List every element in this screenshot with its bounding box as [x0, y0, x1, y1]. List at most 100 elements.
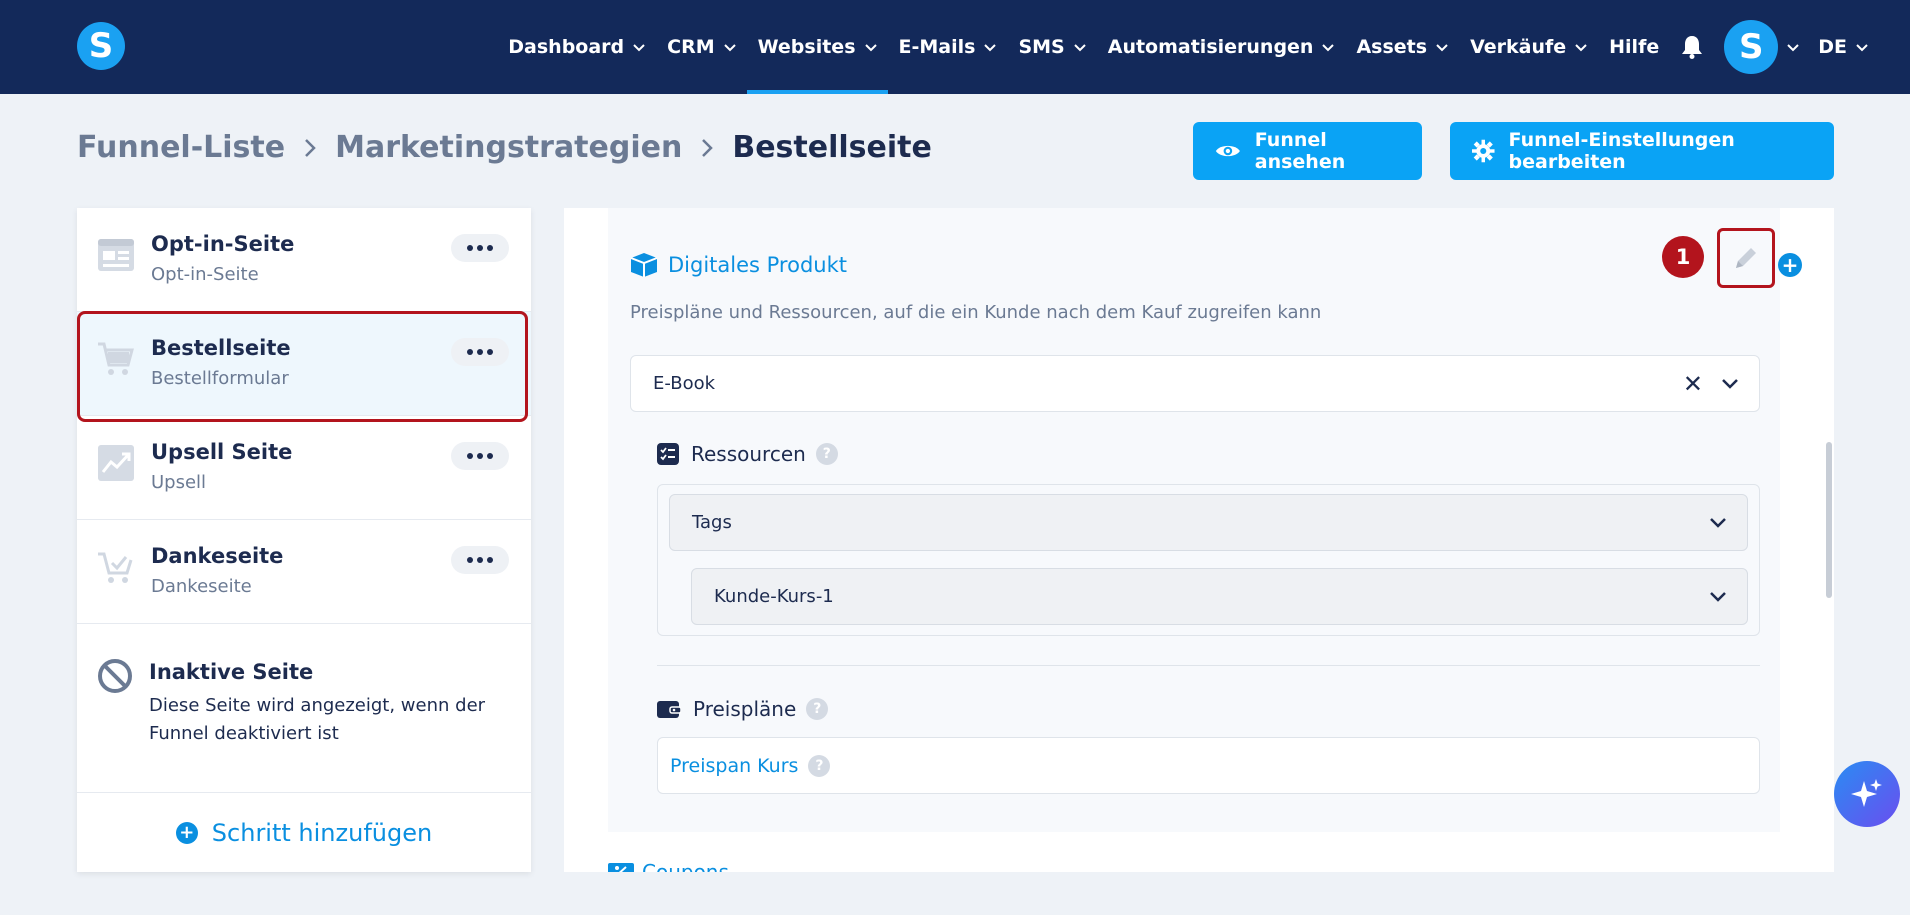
- add-product-button[interactable]: +: [1778, 253, 1802, 277]
- nav-sms[interactable]: SMS: [1007, 0, 1096, 94]
- step-item-optin[interactable]: Opt-in-Seite Opt-in-Seite: [77, 208, 531, 312]
- resources-section-label: Ressourcen ?: [657, 442, 838, 466]
- edit-product-button[interactable]: [1717, 228, 1775, 288]
- step-marker-badge: 1: [1662, 236, 1704, 278]
- plans-section-label: Preispläne ?: [657, 697, 829, 721]
- clear-icon[interactable]: ✕: [1683, 370, 1703, 398]
- resources-label: Ressourcen: [691, 442, 806, 466]
- step-more-button[interactable]: [451, 234, 509, 262]
- eye-icon: [1215, 145, 1240, 157]
- step-title: Dankeseite: [151, 544, 284, 568]
- chevron-down-icon: [633, 44, 645, 52]
- ai-assistant-button[interactable]: [1834, 761, 1900, 827]
- chevron-down-icon: [1074, 44, 1086, 52]
- notifications-bell-icon[interactable]: [1670, 0, 1714, 94]
- step-item-thankyou[interactable]: Dankeseite Dankeseite: [77, 520, 531, 624]
- section-divider: [657, 665, 1760, 666]
- nav-assets-label: Assets: [1356, 36, 1428, 58]
- resource-type-select[interactable]: Tags: [669, 494, 1748, 551]
- add-step-button[interactable]: + Schritt hinzufügen: [77, 792, 531, 872]
- price-plan-item[interactable]: Preispan Kurs ?: [657, 737, 1760, 794]
- resource-value: Kunde-Kurs-1: [714, 586, 834, 607]
- nav-automations[interactable]: Automatisierungen: [1097, 0, 1346, 94]
- gear-icon: [1472, 139, 1495, 163]
- price-plan-link[interactable]: Preispan Kurs: [670, 755, 798, 777]
- language-label: DE: [1818, 36, 1847, 58]
- chevron-down-icon: [1710, 518, 1726, 528]
- help-icon[interactable]: ?: [815, 443, 838, 465]
- chevron-down-icon: [1710, 592, 1726, 602]
- digital-product-card: Digitales Produkt Preispläne und Ressour…: [608, 208, 1802, 832]
- app-logo[interactable]: S: [77, 22, 125, 70]
- step-more-button[interactable]: [451, 546, 509, 574]
- resource-type-value: Tags: [692, 512, 732, 533]
- step-subtitle: Opt-in-Seite: [151, 264, 259, 285]
- step-title: Opt-in-Seite: [151, 232, 295, 256]
- nav-dashboard[interactable]: Dashboard: [497, 0, 656, 94]
- user-avatar[interactable]: S: [1724, 20, 1779, 74]
- edit-funnel-settings-button[interactable]: Funnel-Einstellungen bearbeiten: [1450, 122, 1834, 180]
- chart-up-icon: [98, 445, 134, 481]
- view-funnel-button[interactable]: Funnel ansehen: [1193, 122, 1422, 180]
- nav-help-label: Hilfe: [1609, 36, 1660, 58]
- step-item-upsell[interactable]: Upsell Seite Upsell: [77, 416, 531, 520]
- nav-sms-label: SMS: [1018, 36, 1065, 58]
- wallet-icon: [657, 701, 681, 718]
- step-editor-panel: Digitales Produkt Preispläne und Ressour…: [564, 208, 1834, 872]
- nav-sales[interactable]: Verkäufe: [1459, 0, 1598, 94]
- chevron-right-icon: [305, 138, 316, 157]
- help-icon[interactable]: ?: [808, 754, 831, 777]
- language-selector[interactable]: DE: [1808, 36, 1910, 58]
- nav-help[interactable]: Hilfe: [1598, 0, 1670, 94]
- box-icon: [630, 253, 658, 277]
- step-more-button[interactable]: [451, 442, 509, 470]
- breadcrumb: Funnel-Liste Marketingstrategien Bestell…: [77, 130, 932, 165]
- chevron-down-icon: [1575, 44, 1587, 52]
- help-icon[interactable]: ?: [806, 698, 829, 720]
- digital-product-description: Preispläne und Ressourcen, auf die ein K…: [630, 302, 1322, 323]
- nav-assets[interactable]: Assets: [1345, 0, 1459, 94]
- digital-product-title: Digitales Produkt: [668, 253, 847, 277]
- breadcrumb-current-page: Bestellseite: [732, 130, 932, 165]
- coupons-label: Coupons: [642, 860, 729, 872]
- product-select[interactable]: E-Book ✕: [630, 355, 1760, 412]
- step-subtitle: Dankeseite: [151, 576, 252, 597]
- content-scrollbar[interactable]: [1826, 442, 1832, 598]
- resource-value-select[interactable]: Kunde-Kurs-1: [691, 568, 1748, 625]
- chevron-down-icon: [1787, 44, 1799, 52]
- chevron-down-icon: [1856, 44, 1868, 52]
- breadcrumb-funnel[interactable]: Marketingstrategien: [335, 130, 682, 165]
- nav-crm-label: CRM: [667, 36, 715, 58]
- product-select-value: E-Book: [653, 373, 716, 394]
- nav-emails-label: E-Mails: [898, 36, 976, 58]
- nav-emails[interactable]: E-Mails: [888, 0, 1008, 94]
- main-menu: Dashboard CRM Websites E-Mails SMS Autom…: [497, 0, 1910, 94]
- chevron-down-icon: [1322, 44, 1335, 52]
- step-subtitle: Upsell: [151, 472, 207, 493]
- avatar-menu-toggle[interactable]: [1778, 41, 1808, 53]
- coupon-icon: [608, 863, 634, 872]
- plans-label: Preispläne: [693, 697, 797, 721]
- nav-crm[interactable]: CRM: [656, 0, 746, 94]
- funnel-steps-list: Opt-in-Seite Opt-in-Seite Bestellseite B…: [77, 208, 531, 872]
- nav-websites[interactable]: Websites: [746, 0, 888, 94]
- sparkle-icon: [1851, 779, 1882, 807]
- nav-sales-label: Verkäufe: [1470, 36, 1567, 58]
- page-form-icon: [98, 239, 134, 271]
- chevron-down-icon[interactable]: [1721, 377, 1739, 391]
- coupons-section-label[interactable]: Coupons: [608, 860, 729, 872]
- checklist-icon: [657, 443, 679, 465]
- nav-websites-label: Websites: [757, 36, 856, 58]
- selected-step-highlight: [77, 311, 528, 422]
- inactive-page-item[interactable]: Inaktive Seite Diese Seite wird angezeig…: [77, 630, 531, 800]
- chevron-right-icon: [702, 138, 714, 157]
- breadcrumb-funnel-list[interactable]: Funnel-Liste: [77, 130, 285, 165]
- top-navigation: S Dashboard CRM Websites E-Mails SMS Aut…: [0, 0, 1910, 94]
- chevron-down-icon: [723, 44, 736, 52]
- chevron-down-icon: [1436, 44, 1448, 52]
- chevron-down-icon: [864, 44, 877, 52]
- add-step-label: Schritt hinzufügen: [211, 818, 433, 847]
- edit-funnel-settings-label: Funnel-Einstellungen bearbeiten: [1508, 129, 1735, 173]
- inactive-page-description: Diese Seite wird angezeigt, wenn der Fun…: [149, 695, 486, 744]
- plus-circle-icon: +: [175, 821, 198, 844]
